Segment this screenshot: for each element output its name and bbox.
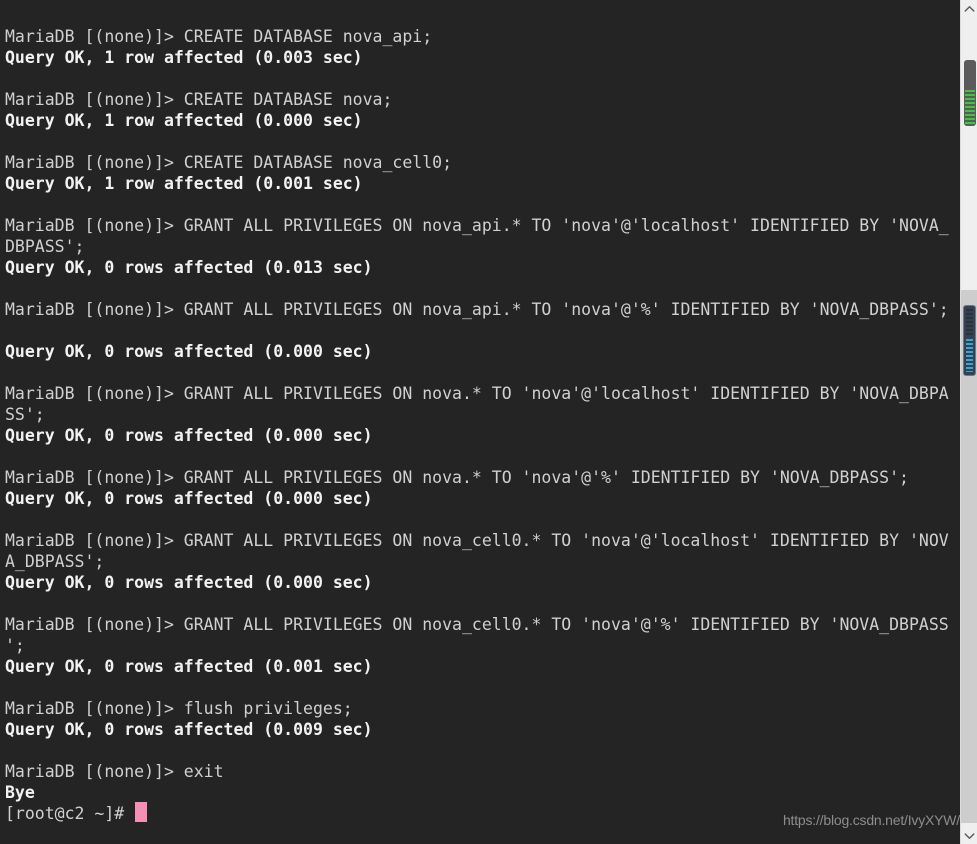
terminal-line: MariaDB [(none)]> GRANT ALL PRIVILEGES O… <box>5 615 949 634</box>
terminal-line: A_DBPASS'; <box>5 552 105 571</box>
terminal-line: Query OK, 0 rows affected (0.000 sec) <box>5 573 373 592</box>
scrollbar-thumb-blue[interactable] <box>963 305 976 376</box>
terminal-line: Query OK, 0 rows affected (0.000 sec) <box>5 489 373 508</box>
terminal-line: Query OK, 1 row affected (0.003 sec) <box>5 48 363 67</box>
scrollbar-thumb-blue-stripes-lower <box>966 339 973 372</box>
terminal-cursor <box>135 802 147 822</box>
terminal-line: MariaDB [(none)]> GRANT ALL PRIVILEGES O… <box>5 468 909 487</box>
terminal-line: Query OK, 0 rows affected (0.000 sec) <box>5 426 373 445</box>
terminal-line: MariaDB [(none)]> GRANT ALL PRIVILEGES O… <box>5 531 949 550</box>
terminal-line: MariaDB [(none)]> CREATE DATABASE nova; <box>5 90 393 109</box>
terminal-line: Query OK, 0 rows affected (0.000 sec) <box>5 342 373 361</box>
terminal-line: MariaDB [(none)]> exit <box>5 762 224 781</box>
terminal-line: MariaDB [(none)]> GRANT ALL PRIVILEGES O… <box>5 384 949 403</box>
csdn-watermark: https://blog.csdn.net/IvyXYW/ <box>782 812 960 828</box>
terminal-line: Query OK, 1 row affected (0.001 sec) <box>5 174 363 193</box>
chevron-up-icon[interactable] <box>961 0 977 17</box>
scrollbar-thumb-green-stripes <box>965 90 975 124</box>
terminal-line: '; <box>5 636 25 655</box>
terminal-line: Query OK, 0 rows affected (0.013 sec) <box>5 258 373 277</box>
terminal-line: MariaDB [(none)]> GRANT ALL PRIVILEGES O… <box>5 216 949 235</box>
terminal-line: MariaDB [(none)]> CREATE DATABASE nova_c… <box>5 153 453 172</box>
terminal-line: Bye <box>5 783 35 802</box>
terminal-line: MariaDB [(none)]> GRANT ALL PRIVILEGES O… <box>5 300 949 319</box>
scrollbar-thumb-blue-stripes-upper <box>966 309 973 337</box>
terminal-line: Query OK, 0 rows affected (0.009 sec) <box>5 720 373 739</box>
terminal-line-list: MariaDB [(none)]> CREATE DATABASE nova_a… <box>5 26 960 824</box>
terminal-line: DBPASS'; <box>5 237 85 256</box>
vertical-scrollbar[interactable] <box>960 0 977 844</box>
terminal-line: MariaDB [(none)]> flush privileges; <box>5 699 353 718</box>
chevron-down-icon[interactable] <box>961 827 977 844</box>
terminal-output-area[interactable]: MariaDB [(none)]> CREATE DATABASE nova_a… <box>0 0 960 844</box>
terminal-screenshot: MariaDB [(none)]> CREATE DATABASE nova_a… <box>0 0 977 844</box>
scrollbar-thumb-green[interactable] <box>964 60 976 126</box>
terminal-line: Query OK, 1 row affected (0.000 sec) <box>5 111 363 130</box>
terminal-line: SS'; <box>5 405 45 424</box>
terminal-line: Query OK, 0 rows affected (0.001 sec) <box>5 657 373 676</box>
terminal-line: MariaDB [(none)]> CREATE DATABASE nova_a… <box>5 27 433 46</box>
